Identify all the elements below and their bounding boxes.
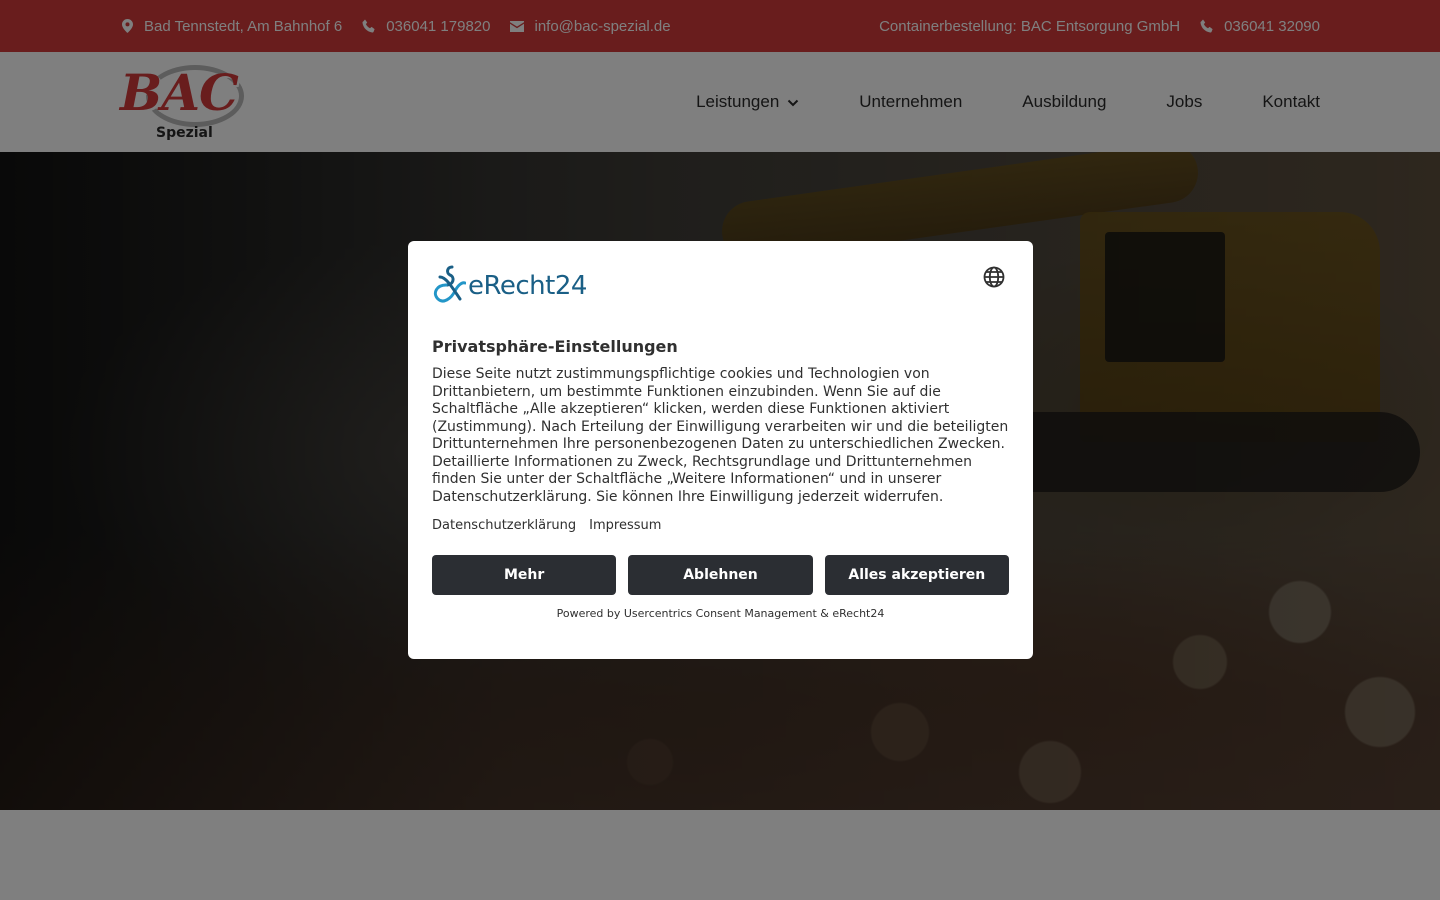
erecht24-logo: eRecht24 xyxy=(432,265,587,307)
erecht24-wordmark: eRecht24 xyxy=(468,271,587,301)
consent-body-text: Diese Seite nutzt zustimmungspflichtige … xyxy=(432,366,1009,505)
privacy-policy-link[interactable]: Datenschutzerklärung xyxy=(432,518,576,533)
consent-header: eRecht24 xyxy=(432,265,1009,309)
consent-links: Datenschutzerklärung Impressum xyxy=(432,518,1009,533)
globe-icon[interactable] xyxy=(983,266,1007,290)
consent-dialog: eRecht24 Privatsphäre-Einstellungen Dies… xyxy=(408,241,1033,659)
consent-buttons: Mehr Ablehnen Alles akzeptieren xyxy=(432,555,1009,595)
imprint-link[interactable]: Impressum xyxy=(589,518,661,533)
powered-by-text: Powered by Usercentrics Consent Manageme… xyxy=(556,607,885,620)
decline-button[interactable]: Ablehnen xyxy=(628,555,813,595)
more-button[interactable]: Mehr xyxy=(432,555,617,595)
accept-all-button[interactable]: Alles akzeptieren xyxy=(824,555,1009,595)
erecht24-logo-icon xyxy=(432,265,467,307)
consent-title: Privatsphäre-Einstellungen xyxy=(432,337,678,356)
